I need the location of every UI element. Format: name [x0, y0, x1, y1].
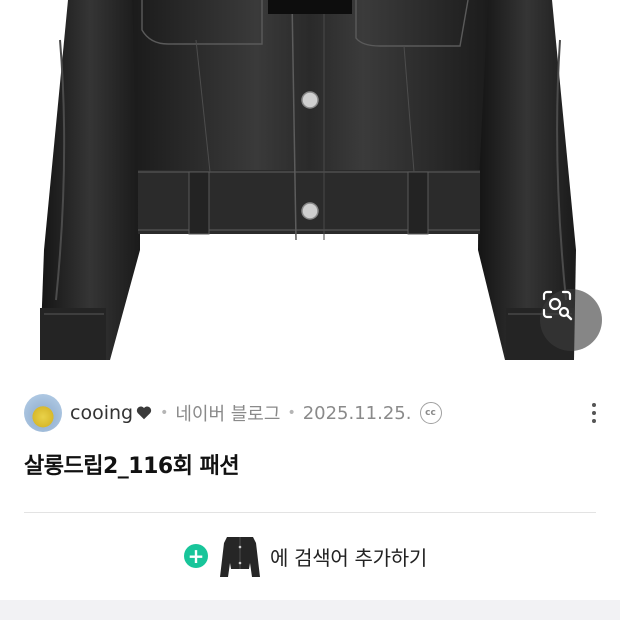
image-search-lens-button[interactable] [540, 289, 602, 351]
more-vertical-icon [592, 419, 596, 423]
plus-icon: + [184, 544, 208, 568]
product-image[interactable] [0, 0, 620, 368]
more-vertical-icon [592, 403, 596, 407]
more-vertical-icon [592, 411, 596, 415]
post-meta-row: cooing • 네이버 블로그 • 2025.11.25. cc [24, 393, 604, 433]
post-source[interactable]: 네이버 블로그 [175, 400, 280, 426]
cc-license-icon: cc [419, 402, 442, 424]
more-options-button[interactable] [586, 397, 602, 429]
author-name[interactable]: cooing [70, 402, 133, 424]
divider [24, 512, 596, 513]
post-date: 2025.11.25. [302, 402, 412, 424]
image-search-lens-icon [542, 290, 573, 321]
separator-dot: • [160, 405, 169, 421]
heart-icon [136, 406, 152, 420]
add-search-term-label: 에 검색어 추가하기 [270, 545, 427, 570]
jacket-image [40, 0, 576, 360]
add-search-term-button[interactable]: + 에 검색어 추가하기 [184, 532, 427, 580]
section-separator [0, 600, 620, 620]
separator-dot: • [287, 405, 296, 421]
post-title[interactable]: 살롱드립2_116회 패션 [24, 448, 240, 480]
avatar[interactable] [24, 394, 62, 432]
jacket-thumbnail [218, 533, 262, 579]
